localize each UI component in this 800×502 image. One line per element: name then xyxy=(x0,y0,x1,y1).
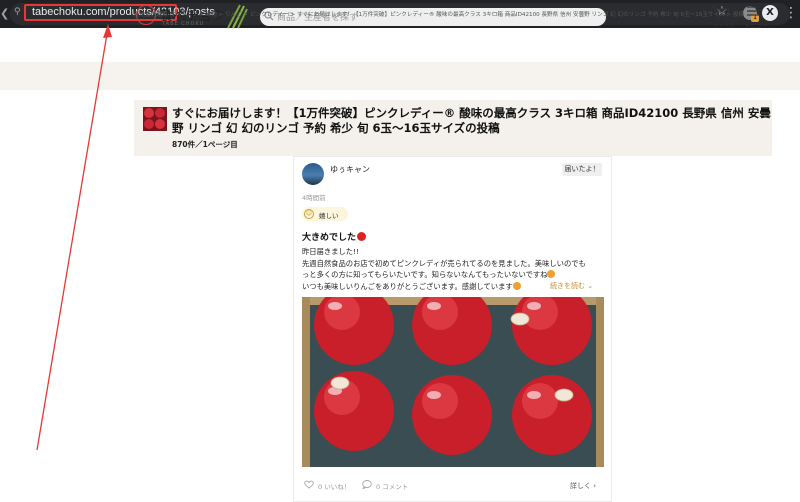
site-header xyxy=(0,28,800,62)
hamburger-menu-icon[interactable] xyxy=(746,5,760,17)
smile-emoji-icon xyxy=(547,270,556,278)
breadcrumb-bar xyxy=(0,62,800,90)
chevron-right-icon: › xyxy=(593,482,597,490)
reaction-label: 嬉しい xyxy=(319,212,339,220)
site-info-icon[interactable]: ⚲ xyxy=(14,7,24,17)
comment-icon[interactable] xyxy=(362,480,372,489)
post-username[interactable]: ゆぅキャン xyxy=(330,164,370,175)
details-link[interactable]: 詳しく › xyxy=(570,481,596,491)
menu-label[interactable]: メニュー xyxy=(744,21,768,30)
comment-count[interactable]: 0 コメント xyxy=(376,481,408,491)
breadcrumb[interactable]: 産地直送通販 食べチョク > 果物 > りんご > ピンクレディー > すぐにお… xyxy=(134,10,744,18)
post-timestamp: 4時間前 xyxy=(302,194,326,202)
apple-emoji-icon xyxy=(357,232,367,241)
user-avatar[interactable] xyxy=(302,163,324,185)
post-body-line: 昨日届きました!! xyxy=(302,247,359,256)
like-count[interactable]: 0 いいね！ xyxy=(318,481,350,491)
back-icon[interactable]: ❮ xyxy=(0,7,9,21)
read-more-link[interactable]: 続きを読む ⌄ xyxy=(550,281,593,291)
smile-icon: ☺ xyxy=(304,209,314,219)
browser-menu-icon[interactable]: ⋮ xyxy=(784,4,798,22)
post-body-line: っと多くの方に知ってもらいたいです。知らないなんてもったいないですね xyxy=(302,269,607,281)
product-title[interactable]: すぐにお届けします！【1万件突破】ピンクレディー® 酸味の最高クラス 3キロ箱 … xyxy=(172,106,772,136)
product-thumbnail[interactable] xyxy=(143,107,167,131)
logo-subtitle: TABE CHOKU xyxy=(162,21,205,27)
chevron-down-icon: ⌄ xyxy=(587,282,594,290)
grin-emoji-icon xyxy=(512,281,521,290)
cart-label[interactable]: カート0 xyxy=(712,21,734,30)
delivered-badge: 届いたよ！ xyxy=(562,163,602,176)
heart-icon[interactable] xyxy=(304,480,314,489)
post-photo[interactable] xyxy=(302,297,604,467)
post-title: 大きめでした xyxy=(302,230,367,243)
post-body-line: 先週自然食品のお店で初めてピンクレディが売られてるのを見ました。美味しいのでも xyxy=(302,258,586,268)
profile-avatar[interactable]: X xyxy=(762,5,778,21)
post-count: 870件／1ページ目 xyxy=(172,140,238,149)
